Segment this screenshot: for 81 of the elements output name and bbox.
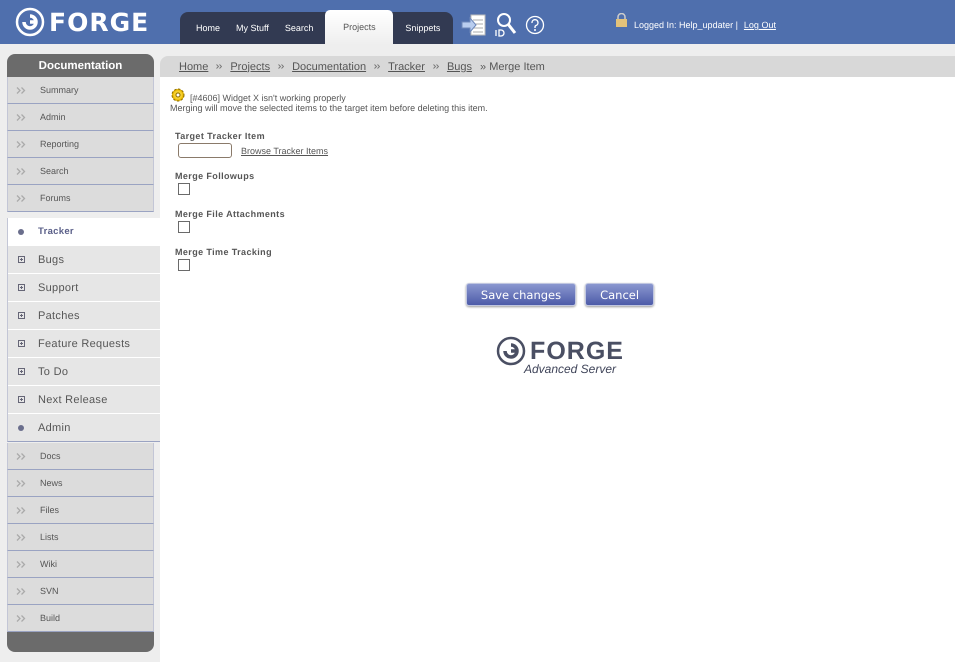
tracker-item[interactable]: Support [8, 274, 161, 302]
help-icon[interactable] [525, 15, 545, 35]
field-label: Merge Time Tracking [175, 247, 273, 257]
breadcrumb-link[interactable]: Documentation [292, 60, 366, 72]
sidebar-item[interactable]: Summary [7, 77, 154, 104]
merge-note: Merging will move the selected items to the target item before deleting this item. [170, 103, 489, 113]
checkbox[interactable] [178, 183, 190, 195]
chevron-icon [16, 452, 26, 460]
logo-text: FORGE [49, 8, 150, 36]
chevron-icon [16, 480, 26, 486]
breadcrumb-link[interactable]: Bugs [446, 60, 472, 72]
breadcrumb-link[interactable]: Projects [230, 60, 270, 72]
checkbox[interactable] [178, 221, 190, 233]
separator-icon [374, 64, 380, 69]
nav-tab[interactable]: Projects [325, 10, 394, 44]
chevron-icon [16, 588, 26, 594]
chevron-icon [16, 560, 26, 568]
breadcrumb-link[interactable]: Tracker [388, 60, 425, 72]
expand-icon [18, 368, 25, 375]
sidebar-item[interactable]: Lists [7, 524, 154, 551]
sidebar-item[interactable]: SVN [7, 578, 154, 605]
gear-icon [170, 87, 186, 103]
separator-icon [278, 64, 284, 69]
nav-tab[interactable]: My Stuff [228, 12, 277, 44]
logo-icon [496, 336, 526, 366]
sidebar-item[interactable]: News [7, 470, 154, 497]
separator-icon [432, 64, 439, 69]
nav-tab[interactable]: Home [188, 12, 228, 44]
sidebar-item[interactable]: Docs [7, 443, 154, 470]
tracker-item[interactable]: To Do [8, 358, 161, 386]
chevron-icon [16, 114, 26, 120]
expand-icon [18, 284, 25, 291]
lock-icon [615, 13, 628, 27]
login-status: Logged In: Help_updater | [634, 20, 738, 30]
footer-logo-text: FORGE [530, 336, 624, 364]
tracker-item[interactable]: Tracker [8, 218, 161, 246]
chevron-icon [16, 534, 26, 540]
sidebar-item[interactable]: Build [7, 605, 154, 632]
chevron-icon [16, 86, 26, 94]
item-title: [#4606] Widget X isn't working properly [190, 93, 346, 103]
field-label: Merge Followups [175, 171, 256, 181]
checkbox[interactable] [178, 259, 190, 271]
expand-icon [18, 312, 25, 319]
logo-icon [15, 7, 45, 37]
expand-icon [18, 340, 25, 347]
document-arrow-icon[interactable] [461, 13, 487, 37]
chevron-icon [16, 506, 26, 514]
breadcrumb-current: » Merge Item [480, 60, 545, 72]
sidebar-item[interactable]: Files [7, 497, 154, 524]
expand-icon [18, 396, 25, 403]
sidebar-item[interactable]: Admin [7, 104, 154, 131]
separator-icon [216, 64, 222, 69]
chevron-icon [16, 140, 26, 148]
chevron-icon [16, 168, 26, 174]
chevron-icon [16, 194, 26, 202]
footer-tagline: Advanced Server [524, 362, 616, 376]
save-button[interactable]: Save changes [466, 283, 576, 306]
cancel-button[interactable]: Cancel [585, 283, 654, 306]
search-id-icon[interactable] [495, 12, 517, 38]
sidebar-title: Documentation [7, 54, 154, 77]
nav-tab[interactable]: Snippets [397, 12, 448, 44]
browse-link[interactable]: Browse Tracker Items [241, 146, 328, 156]
sidebar-item[interactable]: Reporting [7, 131, 154, 158]
sidebar-item[interactable]: Forums [7, 185, 154, 212]
field-label: Merge File Attachments [175, 209, 286, 219]
chevron-icon [16, 614, 26, 622]
bullet-icon [18, 228, 24, 234]
expand-icon [18, 256, 25, 263]
field-label: Target Tracker Item [175, 131, 266, 141]
tracker-item[interactable]: Bugs [8, 246, 161, 274]
tracker-item[interactable]: Next Release [8, 386, 161, 414]
tracker-item[interactable]: Feature Requests [8, 330, 161, 358]
tracker-item[interactable]: Patches [8, 302, 161, 330]
sidebar-item[interactable]: Wiki [7, 551, 154, 578]
logout-link[interactable]: Log Out [744, 20, 776, 30]
bullet-icon [18, 424, 24, 430]
breadcrumb-link[interactable]: Home [179, 60, 208, 72]
tracker-item[interactable]: Admin [8, 414, 161, 441]
nav-tab[interactable]: Search [276, 12, 322, 44]
sidebar-item[interactable]: Search [7, 158, 154, 185]
target-item-input[interactable] [178, 143, 232, 158]
